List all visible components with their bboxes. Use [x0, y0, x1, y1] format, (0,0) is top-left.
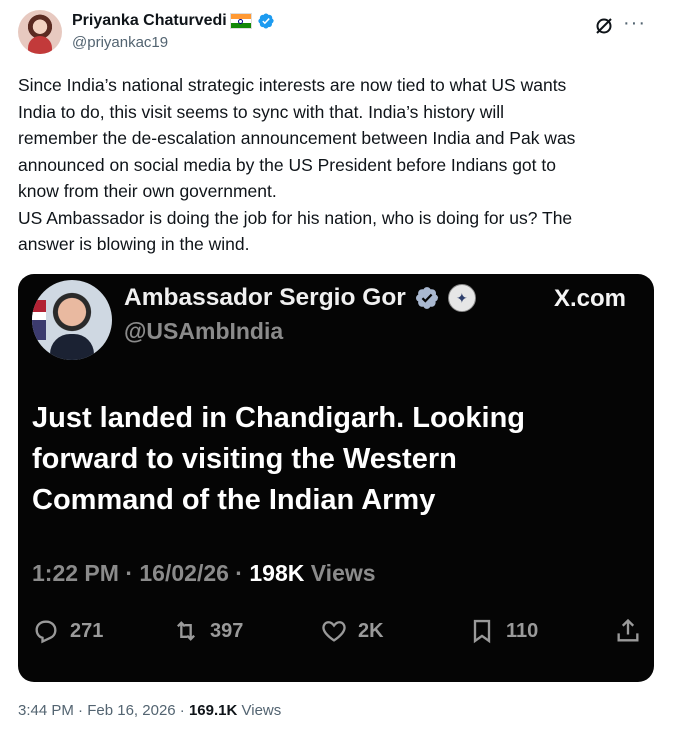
embedded-source-label: X.com: [553, 285, 626, 312]
tweet-text: Since India’s national strategic interes…: [18, 75, 576, 254]
embedded-bookmark-stat: 110: [468, 617, 538, 645]
government-seal-icon: ✦: [447, 284, 476, 312]
like-icon: [322, 621, 346, 642]
embedded-post-text: Just landed in Chandigarh. Looking forwa…: [32, 402, 526, 516]
embedded-views-label: Views: [310, 560, 376, 586]
author-handle[interactable]: @priyankac19: [72, 34, 168, 51]
more-options-icon[interactable]: ···: [623, 12, 646, 35]
embedded-like-stat: 2K: [320, 617, 384, 645]
embedded-author-avatar: [32, 280, 112, 360]
embedded-reply-count: 271: [70, 619, 104, 642]
author-avatar[interactable]: [18, 10, 62, 54]
tweet-footer: 3:44 PM · Feb 16, 2026 · 169.1K Views: [18, 702, 282, 719]
repost-icon: [177, 621, 195, 641]
india-flag-icon: [229, 13, 252, 29]
author-name-row: Priyanka Chaturvedi: [72, 12, 275, 30]
embedded-time: 1:22 PM: [32, 560, 119, 586]
embedded-author-handle: @USAmbIndia: [124, 318, 284, 344]
share-icon: [617, 618, 639, 642]
embedded-repost-count: 397: [210, 619, 244, 642]
post-views-label: Views: [241, 702, 282, 719]
tweet-header: Priyanka Chaturvedi @priyankac19 ···: [18, 8, 658, 58]
embedded-like-count: 2K: [358, 619, 384, 642]
grok-icon[interactable]: [594, 16, 614, 36]
embedded-bookmark-count: 110: [506, 619, 539, 642]
embedded-name-row: Ambassador Sergio Gor ✦: [124, 284, 476, 312]
post-views-count: 169.1K: [188, 702, 238, 719]
embedded-author-name: Ambassador Sergio Gor: [124, 284, 406, 311]
embedded-post-image[interactable]: Ambassador Sergio Gor ✦ X.com @USAmbIndi…: [18, 274, 654, 682]
embedded-views-count: 198K: [249, 560, 305, 586]
bookmark-icon: [473, 619, 491, 644]
post-date[interactable]: Feb 16, 2026: [87, 702, 175, 719]
embedded-repost-stat: 397: [172, 617, 243, 645]
embedded-action-bar: 271 397 2K 110: [32, 614, 642, 648]
embedded-reply-stat: 271: [32, 617, 103, 645]
embedded-share: [614, 617, 642, 645]
reply-icon: [35, 620, 57, 644]
verified-badge-icon[interactable]: [257, 12, 275, 30]
embedded-post-meta: 1:22 PM · 16/02/26 · 198K Views: [32, 560, 376, 586]
embedded-verified-badge-icon: [414, 285, 440, 311]
embedded-date: 16/02/26: [139, 560, 229, 586]
post-time[interactable]: 3:44 PM: [18, 702, 74, 719]
author-name[interactable]: Priyanka Chaturvedi: [72, 12, 227, 30]
